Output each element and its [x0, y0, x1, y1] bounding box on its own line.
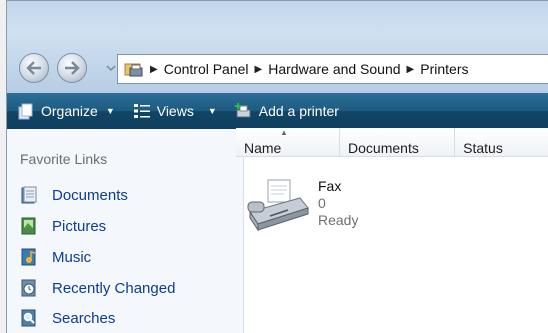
list-item[interactable]: Fax 0 Ready [318, 178, 358, 229]
column-header-row: ▲ Name Documents Status [236, 128, 548, 157]
printers-folder-icon [124, 63, 143, 77]
breadcrumb-control-panel[interactable]: Control Panel [164, 61, 249, 77]
add-printer-label: Add a printer [258, 103, 339, 119]
forward-arrow-icon [65, 61, 80, 75]
add-printer-button[interactable]: Add a printer [234, 102, 339, 120]
back-arrow-icon [26, 61, 41, 75]
sidebar-item-label: Music [52, 248, 92, 266]
column-header-name[interactable]: ▲ Name [236, 128, 341, 156]
sidebar-item-label: Documents [52, 186, 128, 204]
sort-ascending-icon: ▲ [280, 128, 288, 137]
organize-button[interactable]: Organize ▼ [17, 102, 115, 120]
column-header-label: Status [463, 140, 503, 156]
sidebar-item-label: Searches [52, 309, 116, 327]
sidebar-item-label: Pictures [52, 217, 107, 235]
fax-icon[interactable] [244, 178, 312, 234]
sidebar-item-searches[interactable]: Searches [20, 309, 115, 327]
column-header-label: Name [244, 140, 282, 156]
item-name: Fax [318, 178, 342, 194]
documents-icon [21, 186, 37, 204]
breadcrumb-separator[interactable]: ▶ [150, 64, 158, 75]
breadcrumb-separator[interactable]: ▶ [255, 64, 263, 75]
views-icon [133, 104, 150, 118]
views-button[interactable]: Views ▼ [133, 102, 217, 120]
recently-changed-icon [21, 279, 36, 297]
command-bar: Organize ▼ Views ▼ Add a printer [7, 93, 548, 129]
back-button[interactable] [19, 53, 49, 83]
music-icon [21, 248, 36, 266]
forward-button[interactable] [57, 53, 87, 83]
breadcrumb-hardware-and-sound[interactable]: Hardware and Sound [268, 61, 400, 77]
searches-icon [21, 309, 36, 327]
sidebar-item-music[interactable]: Music [20, 248, 91, 266]
breadcrumb-printers[interactable]: Printers [420, 61, 468, 77]
column-header-documents[interactable]: Documents [340, 128, 456, 156]
recent-pages-dropdown[interactable] [105, 62, 117, 74]
item-status: Ready [318, 212, 359, 228]
address-bar[interactable]: ▶ Control Panel ▶ Hardware and Sound ▶ P… [117, 54, 548, 84]
views-dropdown-icon: ▼ [207, 106, 217, 116]
item-documents: 0 [318, 195, 326, 211]
add-printer-icon [234, 103, 251, 118]
sidebar-item-recently-changed[interactable]: Recently Changed [20, 279, 175, 297]
sidebar-item-pictures[interactable]: Pictures [20, 217, 106, 235]
organize-label: Organize [41, 103, 98, 119]
sidebar-item-label: Recently Changed [52, 279, 176, 297]
breadcrumb-separator[interactable]: ▶ [407, 64, 415, 75]
organize-icon [18, 103, 33, 120]
pictures-icon [21, 217, 36, 235]
views-label: Views [156, 103, 194, 119]
column-header-status[interactable]: Status [455, 128, 548, 156]
sidebar-item-documents[interactable]: Documents [20, 186, 128, 204]
favorite-links-heading: Favorite Links [20, 151, 108, 167]
column-header-label: Documents [348, 140, 419, 156]
organize-dropdown-icon: ▼ [105, 106, 115, 116]
